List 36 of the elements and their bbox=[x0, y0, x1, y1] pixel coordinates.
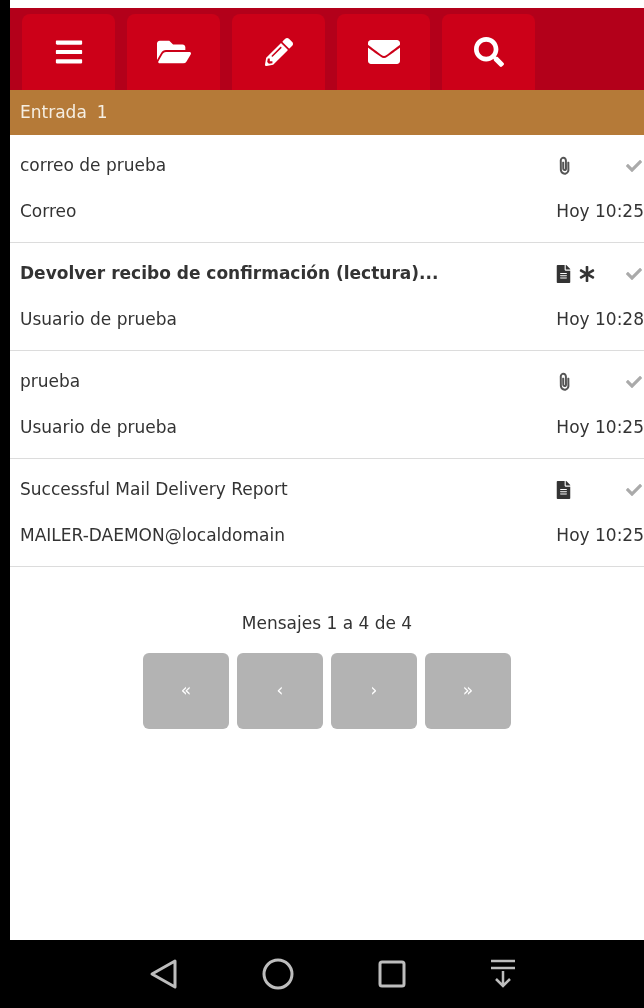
home-icon[interactable] bbox=[262, 958, 294, 990]
pencil-icon bbox=[264, 38, 293, 66]
pager-summary: Mensajes 1 a 4 de 4 bbox=[241, 612, 413, 635]
toolbar-button[interactable] bbox=[337, 14, 430, 90]
message-row[interactable]: correo de prueba Correo Hoy 10:25 bbox=[10, 135, 644, 243]
toolbar-button[interactable] bbox=[127, 14, 220, 90]
message-row[interactable]: Successful Mail Delivery Report MAILER-DAEMON@localdomain Hoy 10:25 bbox=[10, 459, 644, 567]
message-subject: correo de prueba bbox=[20, 154, 168, 177]
message-subject: prueba bbox=[20, 370, 82, 393]
message-row[interactable]: Devolver recibo de confirmación (lectura)... Usuario de prueba Hoy 10:28 bbox=[10, 243, 644, 351]
folder-count: 1 bbox=[96, 100, 108, 124]
message-subject: Successful Mail Delivery Report bbox=[20, 478, 289, 501]
folder-name: Entrada bbox=[20, 100, 87, 124]
check-icon bbox=[626, 265, 642, 282]
message-sender: MAILER-DAEMON@localdomain bbox=[20, 523, 286, 547]
message-subject: Devolver recibo de confirmación (lectura)... bbox=[20, 262, 440, 285]
check-icon bbox=[626, 481, 642, 498]
message-date: Hoy 10:25 bbox=[556, 415, 644, 439]
message-sender: Usuario de prueba bbox=[20, 415, 178, 439]
back-icon[interactable] bbox=[148, 958, 178, 990]
message-row[interactable]: prueba Usuario de prueba Hoy 10:25 bbox=[10, 351, 644, 459]
toolbar-button[interactable] bbox=[22, 14, 115, 90]
message-date: Hoy 10:28 bbox=[556, 307, 644, 331]
keyboard-hide-icon[interactable] bbox=[490, 959, 516, 989]
message-sender: Correo bbox=[20, 199, 78, 223]
message-sender: Usuario de prueba bbox=[20, 307, 178, 331]
message-date: Hoy 10:25 bbox=[556, 199, 644, 223]
toolbar-button[interactable] bbox=[232, 14, 325, 90]
recents-icon[interactable] bbox=[378, 960, 406, 988]
check-icon bbox=[626, 157, 642, 174]
document-icon bbox=[556, 480, 571, 499]
search-icon bbox=[473, 37, 504, 67]
toolbar-button[interactable] bbox=[442, 14, 535, 90]
message-date: Hoy 10:25 bbox=[556, 523, 644, 547]
check-icon bbox=[626, 373, 642, 390]
document-icon bbox=[556, 264, 571, 283]
